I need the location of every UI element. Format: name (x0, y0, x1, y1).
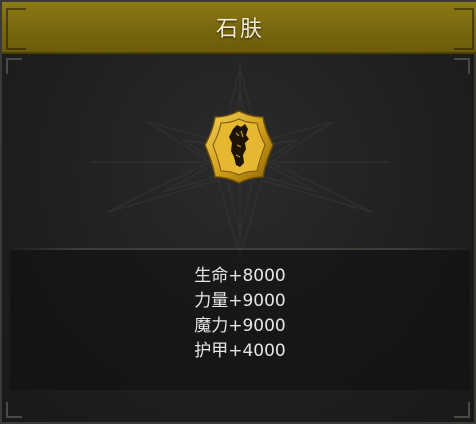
skill-detail-panel: 石肤 生命+8000 力量+9000 魔力+9000 护甲+4000 (0, 0, 476, 424)
corner-ornament (6, 58, 22, 74)
stone-fist-icon (204, 110, 274, 184)
stat-health: 生命+8000 (194, 266, 286, 286)
title-bar: 石肤 (2, 2, 476, 54)
stat-armor: 护甲+4000 (194, 341, 286, 361)
stat-strength: 力量+9000 (194, 291, 286, 311)
corner-ornament (454, 402, 470, 418)
corner-ornament (454, 58, 470, 74)
stat-magic: 魔力+9000 (194, 316, 286, 336)
corner-ornament (6, 402, 22, 418)
stat-list: 生命+8000 力量+9000 魔力+9000 护甲+4000 (2, 264, 476, 364)
skill-title: 石肤 (215, 17, 264, 42)
